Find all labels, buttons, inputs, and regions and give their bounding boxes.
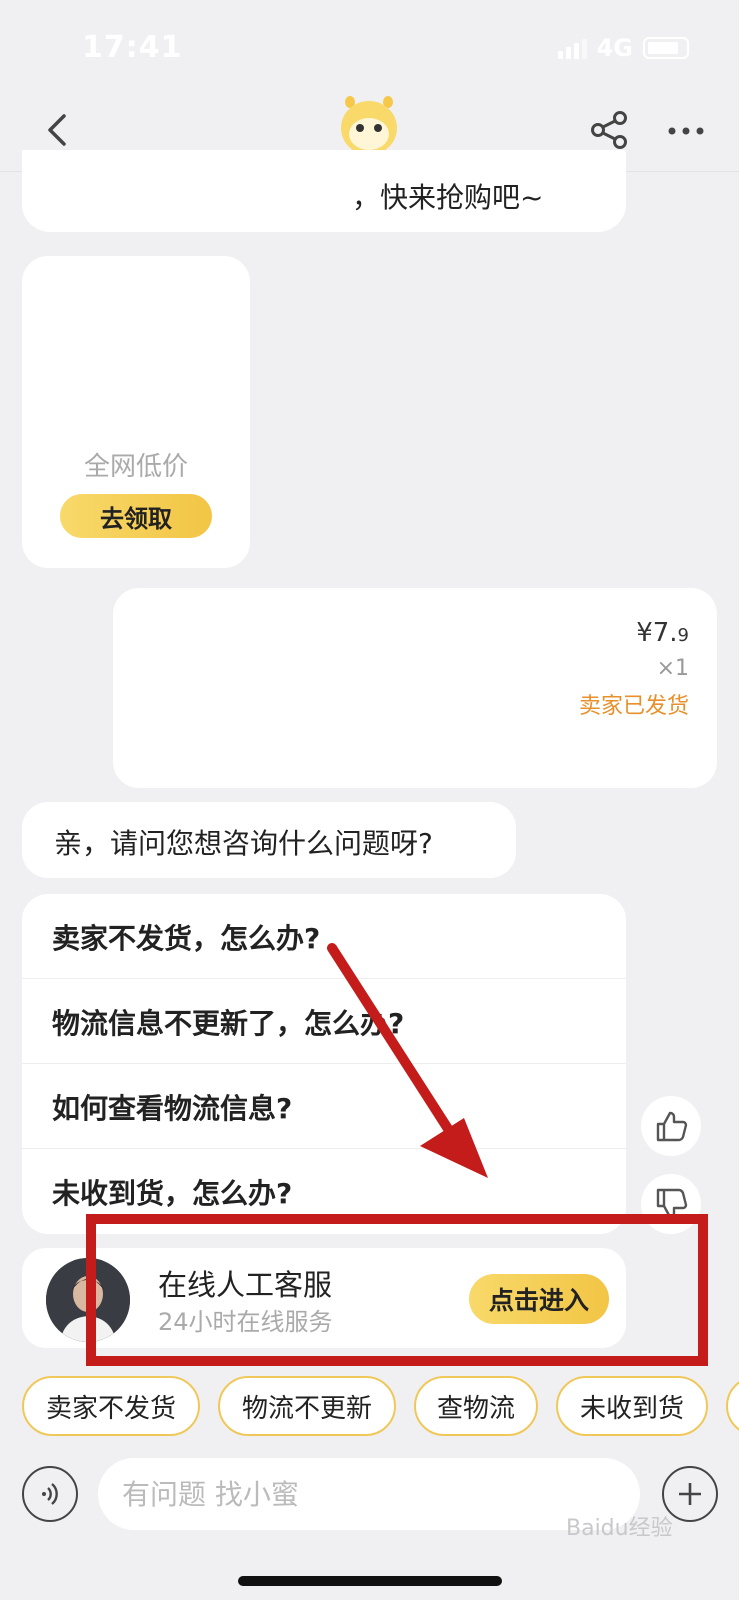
status-time: 17:41: [82, 30, 183, 65]
price-symbol: ¥: [636, 618, 653, 648]
watermark: Baidu经验: [566, 1516, 673, 1541]
price-decimal: 9: [677, 625, 689, 646]
like-button[interactable]: [641, 1096, 701, 1156]
order-card[interactable]: ¥7.9 ×1 卖家已发货: [113, 588, 717, 788]
more-dots-icon[interactable]: [666, 116, 706, 146]
share-icon[interactable]: [590, 110, 630, 150]
quick-reply-chip[interactable]: 物流不更新: [218, 1376, 396, 1436]
signal-icon: [557, 37, 587, 59]
quick-reply-chip[interactable]: 查物流: [414, 1376, 538, 1436]
status-bar: 17:41 4G: [0, 0, 739, 90]
network-label: 4G: [596, 34, 633, 62]
message-bubble-promo: ，快来抢购吧~: [22, 150, 626, 232]
chevron-left-icon[interactable]: [38, 110, 78, 150]
claim-coupon-button[interactable]: 去领取: [60, 494, 212, 538]
coupon-label: 全网低价: [83, 452, 188, 482]
faq-item[interactable]: 物流信息不更新了，怎么办?: [22, 979, 626, 1064]
order-quantity: ×1: [656, 656, 689, 681]
status-indicators: 4G: [557, 34, 689, 62]
battery-icon: [643, 37, 689, 59]
quick-reply-chip-partial[interactable]: [726, 1376, 739, 1436]
faq-item[interactable]: 卖家不发货，怎么办?: [22, 894, 626, 979]
quick-reply-row: 卖家不发货 物流不更新 查物流 未收到货: [22, 1376, 739, 1438]
thumbs-up-icon: [656, 1111, 688, 1142]
home-indicator: [238, 1576, 502, 1586]
quick-reply-chip[interactable]: 卖家不发货: [22, 1376, 200, 1436]
order-price: ¥7.9: [636, 618, 689, 648]
faq-item[interactable]: 如何查看物流信息?: [22, 1064, 626, 1149]
plus-icon: [679, 1483, 701, 1505]
order-status: 卖家已发货: [578, 694, 689, 719]
price-main: 7.: [652, 618, 678, 648]
quick-reply-chip[interactable]: 未收到货: [556, 1376, 708, 1436]
message-bubble-question: 亲，请问您想咨询什么问题呀?: [22, 802, 516, 878]
question-text: 亲，请问您想咨询什么问题呀?: [54, 827, 433, 860]
coupon-card[interactable]: 全网低价 去领取: [22, 256, 250, 568]
faq-card: 卖家不发货，怎么办? 物流信息不更新了，怎么办? 如何查看物流信息? 未收到货，…: [22, 894, 626, 1234]
voice-icon: [42, 1483, 58, 1505]
promo-text: ，快来抢购吧~: [352, 181, 544, 214]
highlight-box: [86, 1214, 708, 1366]
message-input[interactable]: [98, 1458, 640, 1530]
voice-button[interactable]: [22, 1466, 78, 1522]
